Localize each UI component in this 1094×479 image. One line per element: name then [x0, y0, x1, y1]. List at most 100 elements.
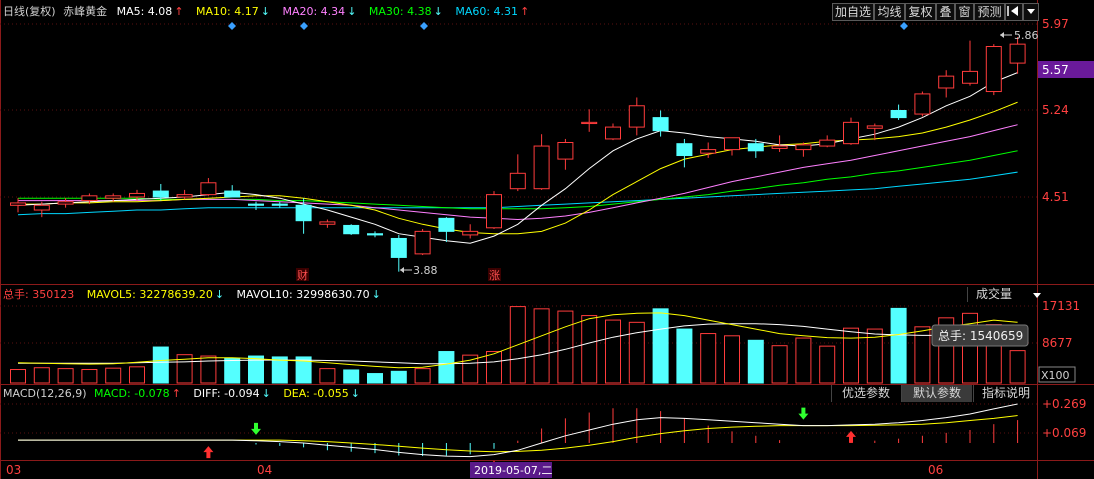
candle-body — [248, 203, 264, 206]
add-favorite-button[interactable]: 加自选 — [832, 3, 874, 21]
candle-body — [33, 204, 50, 211]
candle-body — [414, 230, 431, 255]
ma30-value: MA30: 4.38 ↓ — [368, 5, 443, 18]
candle-body — [866, 125, 883, 129]
optimize-params-button[interactable]: 优选参数 — [831, 385, 900, 402]
date-tick-3: 06 — [928, 463, 943, 477]
volume-bar — [367, 373, 383, 384]
svg-text:5.86: 5.86 — [1014, 29, 1039, 42]
candle-body — [129, 192, 145, 198]
volume-bar — [747, 339, 764, 384]
earnings-marker-label: 财 — [297, 268, 308, 282]
volume-bar — [605, 319, 621, 384]
price-tick-3: 5.24 — [1042, 103, 1069, 117]
candle-body — [1009, 43, 1026, 64]
candle-body — [652, 117, 669, 132]
mavol5-value: MAVOL5: 32278639.20 ↓ — [86, 288, 225, 301]
macd-tick-mid: +0.069 — [1042, 426, 1086, 440]
candle-body — [843, 121, 859, 145]
candle-body — [914, 93, 931, 115]
down-arrow-icon: ↓ — [350, 387, 360, 400]
adjust-button[interactable]: 复权 — [905, 3, 936, 21]
down-arrow-icon: ↓ — [347, 5, 357, 18]
volume-bar — [224, 357, 241, 384]
volume-bar — [319, 368, 336, 384]
volume-bar — [390, 370, 407, 384]
forecast-button[interactable]: 预测 — [974, 3, 1005, 21]
volume-bar — [724, 335, 740, 384]
candle-body — [533, 145, 550, 190]
volume-bar — [890, 307, 907, 384]
volume-bar — [105, 367, 122, 384]
dea-value: DEA: -0.055 ↓ — [283, 387, 360, 400]
candle-body — [819, 139, 836, 147]
volume-bar — [819, 345, 836, 384]
date-tick-2: 04 — [257, 463, 272, 477]
candle-body — [676, 143, 693, 157]
volume-bar — [486, 351, 502, 384]
stock-name: 赤峰黄金 — [63, 5, 108, 18]
candle-body — [295, 204, 312, 222]
up-arrow-icon: ↑ — [171, 387, 181, 400]
volume-bar — [81, 369, 98, 384]
indicator-explain-button[interactable]: 指标说明 — [973, 385, 1038, 402]
candle-body — [390, 237, 407, 258]
candle-body — [57, 201, 74, 205]
candle-body — [628, 105, 645, 128]
up-arrow-icon: ↑ — [174, 5, 184, 18]
volume-bar — [652, 308, 669, 384]
price-tick-1: 5.97 — [1042, 17, 1069, 31]
volume-bar — [771, 345, 788, 384]
candle-body — [343, 224, 360, 235]
window-button[interactable]: 窗 — [955, 3, 974, 21]
volume-unit: X100 — [1041, 369, 1070, 382]
default-params-button[interactable]: 默认参数 — [901, 385, 972, 402]
indicator-selector[interactable]: 成交量 — [967, 287, 1046, 302]
candle-body — [319, 221, 336, 225]
down-arrow-icon: ↓ — [214, 288, 225, 301]
indicator-selector-value: 成交量 — [976, 287, 1013, 301]
volume-bar — [533, 308, 550, 384]
down-arrow-icon: ↓ — [260, 5, 270, 18]
volume-bar — [581, 315, 598, 384]
volume-bar — [438, 351, 455, 384]
candle-body — [224, 190, 241, 198]
svg-text:3.88: 3.88 — [413, 264, 438, 277]
volume-bar — [676, 328, 693, 384]
candle-body — [105, 195, 122, 199]
volume-bar — [700, 333, 717, 384]
chevron-down-icon — [1033, 293, 1041, 298]
period-label[interactable]: 日线(复权) — [3, 5, 56, 18]
sidebar-toggle-icon[interactable] — [1005, 3, 1023, 21]
volume-bar — [343, 369, 360, 384]
volume-bar — [557, 310, 574, 384]
volume-bar — [462, 354, 479, 384]
volume-bar — [1009, 350, 1026, 384]
mavol10-value: MAVOL10: 32998630.70 ↓ — [236, 288, 381, 301]
stock-chart[interactable]: 5.97 5.57 5.24 4.51 5.86 3.88 财 涨 17131 … — [0, 0, 1094, 479]
candle-body — [771, 145, 788, 149]
ma20-value: MA20: 4.34 ↓ — [282, 5, 357, 18]
avg-line-button[interactable]: 均线 — [874, 3, 905, 21]
candle-body — [81, 195, 98, 202]
menu-dropdown-icon[interactable] — [1023, 3, 1039, 21]
volume-tick-mid: 8677 — [1042, 336, 1073, 350]
volume-bar — [129, 366, 145, 384]
volume-bar — [57, 368, 74, 384]
candle-body — [557, 141, 574, 160]
candle-body — [486, 194, 502, 229]
candle-body — [438, 217, 455, 232]
date-tick-1: 03 — [6, 463, 21, 477]
volume-bar — [200, 355, 217, 384]
ma60-value: MA60: 4.31 ↑ — [455, 5, 530, 18]
down-arrow-icon: ↓ — [261, 387, 271, 400]
volume-header: 总手: 350123 MAVOL5: 32278639.20 ↓ MAVOL10:… — [3, 288, 390, 302]
price-header: 日线(复权) 赤峰黄金 MA5: 4.08 ↑ MA10: 4.17 ↓ MA20:… — [3, 5, 538, 19]
volume-bar — [271, 356, 288, 384]
candle-body — [747, 143, 764, 152]
overlay-button[interactable]: 叠 — [936, 3, 955, 21]
volume-bar — [152, 346, 169, 384]
volume-tooltip-text: 总手: 1540659 — [938, 329, 1023, 343]
candle-body — [509, 172, 526, 190]
candle-body — [10, 202, 26, 206]
